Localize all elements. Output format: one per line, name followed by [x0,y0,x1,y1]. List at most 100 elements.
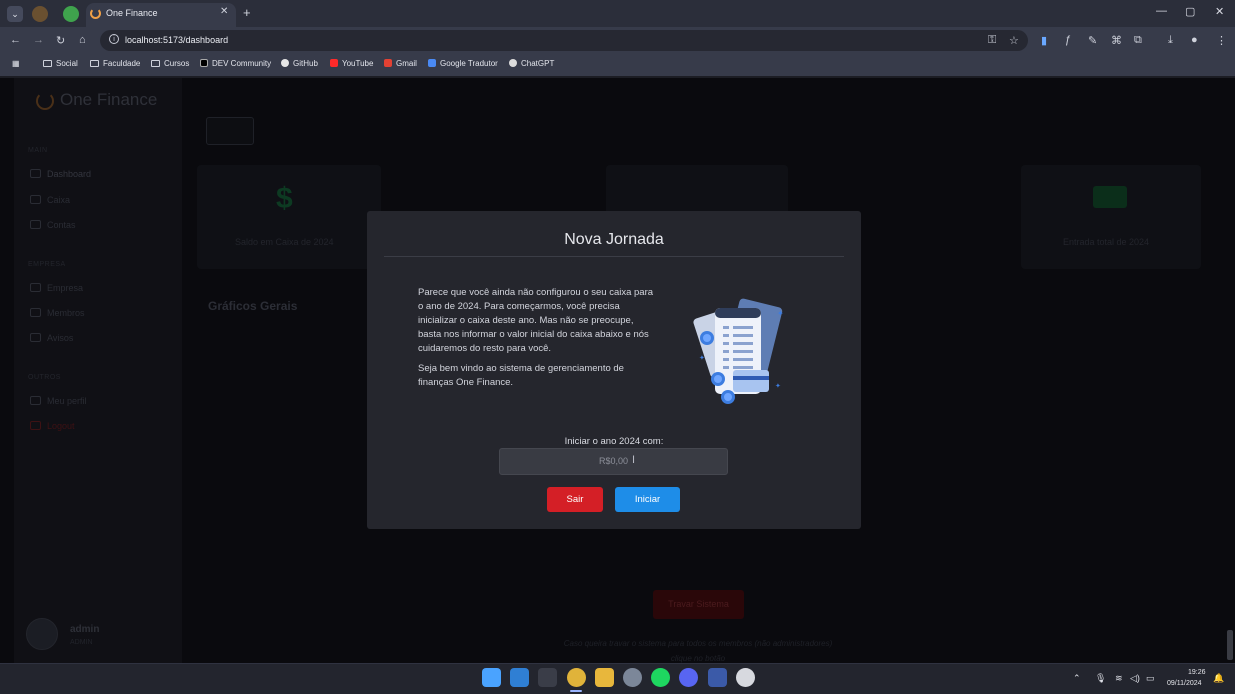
back-icon[interactable]: ← [10,34,21,46]
start-button[interactable]: Iniciar [615,487,680,512]
brand-name: One Finance [60,90,158,109]
chrome-icon[interactable] [567,668,586,687]
app-icon[interactable] [708,668,727,687]
bookmark-chatgpt[interactable]: ChatGPT [509,59,554,68]
gmail-icon [384,59,392,67]
card-saldo-label: Saldo em Caixa de 2024 [235,237,334,247]
eyedropper-icon[interactable]: ✎ [1088,34,1097,47]
extensions-puzzle-icon[interactable]: ⧉ [1134,34,1142,47]
close-window-button[interactable]: ✕ [1215,5,1224,18]
logout-icon [30,421,41,430]
tab-close-icon[interactable]: ✕ [220,6,228,17]
initial-value-input[interactable]: R$0,00 [499,448,728,475]
microphone-icon[interactable]: 🎙 [1095,673,1106,684]
new-journey-modal: Nova Jornada Parece que você ainda não c… [367,211,861,529]
vscode-icon[interactable] [510,668,529,687]
sidebar-item-empresa[interactable]: Empresa [30,283,83,293]
company-icon [30,283,41,292]
pinned-tab-icon[interactable] [32,6,48,22]
extension-icon[interactable]: ▮ [1041,34,1047,47]
tab-title[interactable]: One Finance [106,8,158,18]
active-app-indicator [570,690,582,692]
year-select[interactable] [206,117,254,145]
sidebar-item-caixa[interactable]: Caixa [30,195,70,205]
card-saldo [197,165,381,269]
bookmark-star-icon[interactable]: ☆ [1009,34,1019,47]
svg-text:✦: ✦ [775,382,781,390]
forward-icon[interactable]: → [33,34,44,46]
url-text[interactable]: localhost:5173/dashboard [125,35,228,45]
bookmark-gmail[interactable]: Gmail [384,59,417,68]
github-icon [281,59,289,67]
dollar-icon: $ [276,182,293,215]
apps-grid-icon[interactable]: ▦ [12,59,20,68]
folder-icon [151,60,160,67]
section-company-label: EMPRESA [28,261,66,268]
avatar[interactable] [26,618,58,650]
sidebar-item-membros[interactable]: Membros [30,308,85,318]
volume-icon[interactable]: ◁) [1130,673,1140,684]
bookmark-youtube[interactable]: YouTube [330,59,373,68]
site-info-icon[interactable]: i [109,34,119,44]
spotify-icon[interactable] [651,668,670,687]
accounts-icon [30,220,41,229]
dev-icon [200,59,208,67]
maximize-button[interactable]: ▢ [1185,5,1195,18]
new-tab-button[interactable]: + [243,5,251,20]
tab-search-button[interactable]: ⌄ [7,6,23,22]
bookmark-faculdade[interactable]: Faculdade [90,59,140,68]
section-others-label: OUTROS [28,374,61,381]
mail-icon [30,333,41,342]
tab-favicon-icon [90,8,101,19]
file-explorer-icon[interactable] [595,668,614,687]
extension-icon[interactable]: ⌘ [1111,34,1122,47]
profile-avatar-icon[interactable]: ● [1191,34,1198,46]
discord-icon[interactable] [679,668,698,687]
bookmark-cursos[interactable]: Cursos [151,59,189,68]
terminal-icon[interactable] [538,668,557,687]
page-scrollbar[interactable] [1227,630,1233,660]
user-icon [30,396,41,405]
clock-time[interactable]: 19:26 [1188,669,1206,676]
windows-start-icon[interactable] [482,668,501,687]
svg-text:✦: ✦ [777,309,784,318]
sidebar-item-avisos[interactable]: Avisos [30,333,73,343]
lock-system-button[interactable]: Travar Sistema [653,590,744,619]
download-icon[interactable]: ⤓ [1168,34,1173,47]
reload-icon[interactable]: ↻ [56,34,65,47]
sidebar-item-dashboard[interactable]: Dashboard [30,169,91,179]
extension-icon[interactable]: ƒ [1065,34,1071,46]
home-icon[interactable]: ⌂ [79,34,86,46]
wifi-icon[interactable]: ≋ [1115,673,1123,684]
bookmark-google-tradutor[interactable]: Google Tradutor [428,59,498,68]
exit-button[interactable]: Sair [547,487,603,512]
clock-date[interactable]: 09/11/2024 [1167,680,1202,687]
bookmark-dev-community[interactable]: DEV Community [200,59,271,68]
bookmark-github[interactable]: GitHub [281,59,318,68]
home-icon [30,169,41,178]
settings-icon[interactable] [623,668,642,687]
sidebar-item-profile[interactable]: Meu perfil [30,396,87,406]
app-icon[interactable] [736,668,755,687]
chatgpt-icon [509,59,517,67]
battery-icon[interactable]: ▭ [1146,673,1155,684]
start-year-label: Iniciar o ano 2024 com: [564,436,664,447]
address-bar[interactable] [100,30,1028,51]
section-main-label: MAIN [28,147,48,154]
minimize-button[interactable]: — [1156,5,1167,17]
youtube-icon [330,59,338,67]
sidebar-item-contas[interactable]: Contas [30,220,76,230]
lock-system-note: Caso queira travar o sistema para todos … [563,639,833,663]
folder-icon [90,60,99,67]
tray-chevron-icon[interactable]: ⌃ [1073,673,1081,684]
translate-icon [428,59,436,67]
modal-divider [384,256,844,257]
windows-taskbar [0,663,1235,694]
bookmark-social[interactable]: Social [43,59,78,68]
browser-menu-icon[interactable]: ⋮ [1216,34,1227,47]
sidebar-item-logout[interactable]: Logout [30,421,75,431]
pinned-tab-icon[interactable] [63,6,79,22]
notification-bell-icon[interactable]: 🔔 [1213,673,1224,684]
sidebar [14,78,182,663]
password-key-icon[interactable]: ⚿ [988,34,996,47]
